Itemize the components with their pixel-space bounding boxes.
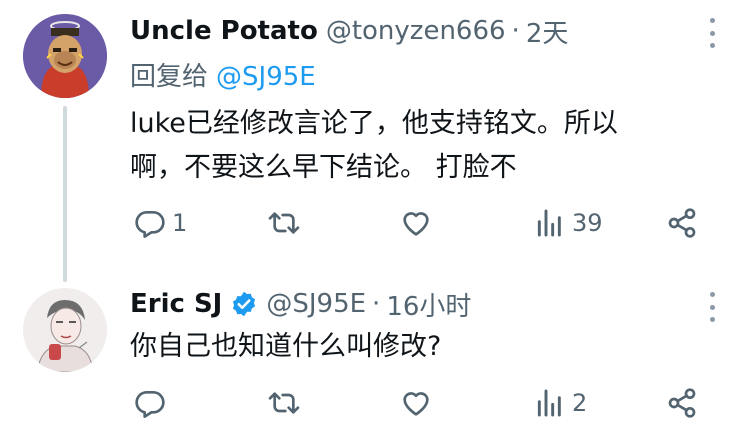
reply-count: 1 — [172, 209, 188, 237]
tweet-time[interactable]: 16小时 — [386, 286, 471, 323]
tweet-time[interactable]: 2天 — [526, 13, 569, 50]
tweet-actions: 1 39 — [0, 205, 750, 241]
avatar[interactable] — [23, 14, 107, 98]
reply-button[interactable] — [134, 385, 172, 421]
more-icon[interactable] — [708, 292, 716, 322]
retweet-icon — [268, 392, 300, 414]
replying-to: 回复给 @SJ95E — [130, 56, 316, 93]
conversation-thread: Uncle Potato @tonyzen666 · 2天 回复给 @SJ95E … — [0, 0, 750, 438]
share-icon — [668, 208, 696, 238]
separator-dot: · — [372, 289, 381, 319]
retweet-icon — [268, 212, 300, 234]
views-button[interactable]: 2 — [534, 385, 587, 421]
like-button[interactable] — [400, 385, 438, 421]
tweet-text: 你自己也知道什么叫修改? — [130, 325, 710, 369]
share-button[interactable] — [666, 385, 698, 421]
verified-badge-icon[interactable] — [230, 290, 258, 318]
reply-button[interactable]: 1 — [134, 205, 187, 241]
more-icon[interactable] — [708, 18, 716, 48]
retweet-button[interactable] — [268, 205, 306, 241]
tweet-text-line: 啊，不要这么早下结论。 打脸不 — [130, 152, 517, 183]
share-icon — [668, 388, 696, 418]
display-name[interactable]: Uncle Potato — [130, 16, 318, 46]
tweet-text-line: luke已经修改言论了，他支持铭文。所以 — [130, 108, 618, 139]
views-count: 39 — [572, 209, 603, 237]
views-icon — [537, 389, 561, 417]
separator-dot: · — [511, 16, 520, 46]
share-button[interactable] — [666, 205, 698, 241]
retweet-button[interactable] — [268, 385, 306, 421]
tweet-text: luke已经修改言论了，他支持铭文。所以 啊，不要这么早下结论。 打脸不 — [130, 102, 710, 190]
tweet-text-line: 你自己也知道什么叫修改? — [130, 331, 442, 362]
avatar[interactable] — [23, 288, 107, 372]
reply-to-mention[interactable]: @SJ95E — [216, 62, 316, 92]
reply-icon — [135, 211, 165, 238]
tweet-actions: 2 — [0, 385, 750, 421]
like-button[interactable] — [400, 205, 438, 241]
display-name[interactable]: Eric SJ — [130, 289, 222, 319]
tweet-header: Eric SJ @SJ95E · 16小时 — [130, 286, 471, 322]
user-handle[interactable]: @SJ95E — [266, 289, 366, 319]
tweet-header: Uncle Potato @tonyzen666 · 2天 — [130, 13, 568, 49]
tweet-uncle-potato[interactable]: Uncle Potato @tonyzen666 · 2天 回复给 @SJ95E … — [0, 0, 750, 270]
reply-to-label: 回复给 — [130, 62, 209, 92]
like-icon — [403, 392, 429, 416]
views-icon — [537, 209, 561, 237]
like-icon — [403, 212, 429, 236]
views-button[interactable]: 39 — [534, 205, 603, 241]
user-handle[interactable]: @tonyzen666 — [326, 16, 506, 46]
views-count: 2 — [572, 389, 588, 417]
reply-icon — [135, 391, 165, 418]
tweet-eric-sj[interactable]: Eric SJ @SJ95E · 16小时 你自己也知道什么叫修改? 2 — [0, 270, 750, 438]
